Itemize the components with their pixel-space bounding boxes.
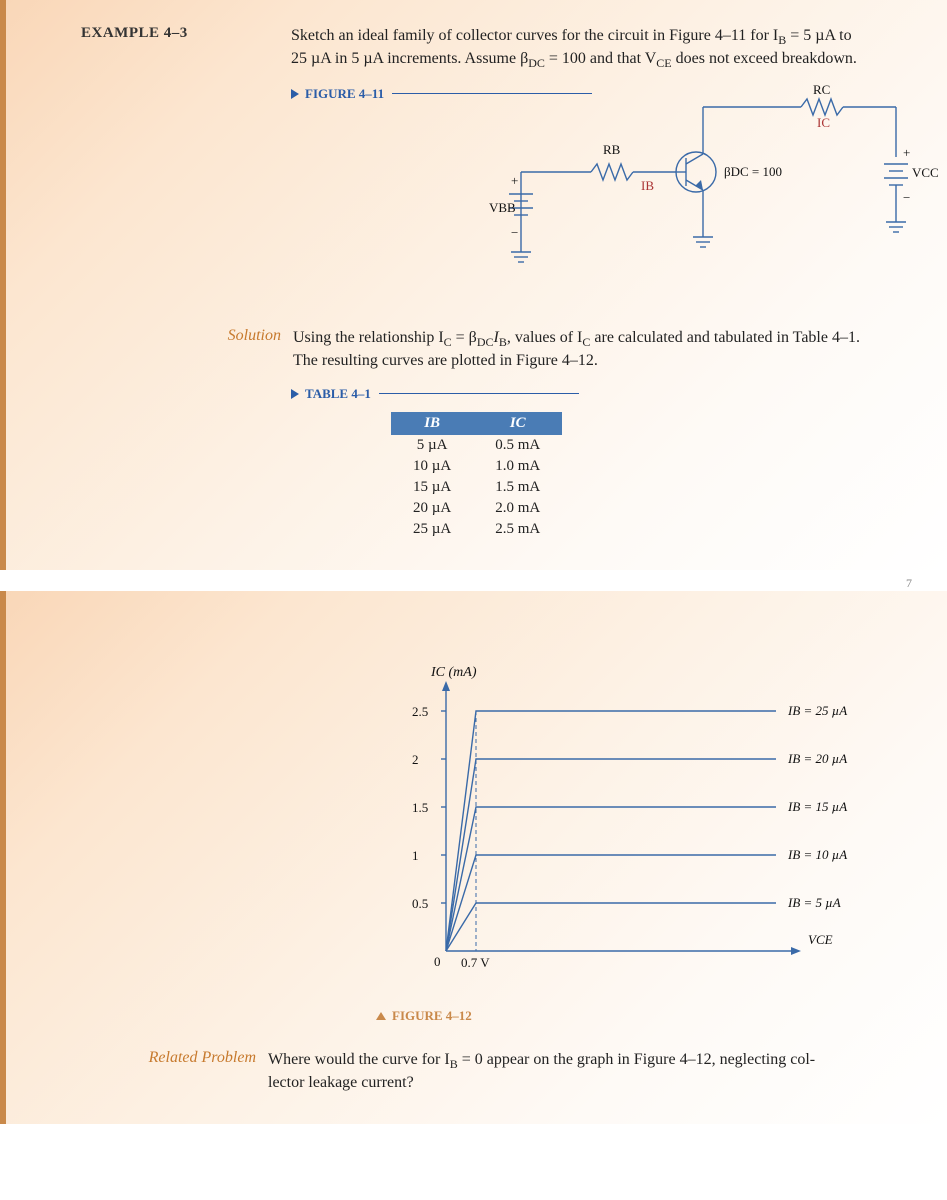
figure12-label: FIGURE 4–12: [392, 1008, 472, 1024]
sol-frag: are calculated and tabulated in Table 4–…: [590, 329, 860, 346]
problem-text-frag: = 5 µA to: [786, 27, 851, 44]
table-label-row: TABLE 4–1: [291, 386, 912, 402]
svg-text:2.5: 2.5: [412, 704, 428, 719]
chart-ylabel: IC (mA): [430, 665, 477, 680]
circuit-rb-label: RB: [603, 142, 621, 157]
solution-text: Using the relationship IC = βDCIB, value…: [293, 327, 860, 372]
circuit-diagram: .wire{stroke:#3a6aa8;stroke-width:1.4;fi…: [481, 82, 912, 297]
related-text: Where would the curve for IB = 0 appear …: [268, 1049, 815, 1094]
chart-yticks: 2.5 2 1.5 1 0.5: [412, 704, 446, 911]
collector-curves-chart: .ax{stroke:#3a6aa8;stroke-width:1.4;fill…: [376, 661, 912, 996]
page-number: 7: [0, 576, 912, 591]
triangle-right-icon: [291, 389, 299, 399]
table-row: 5 µA0.5 mA: [391, 435, 562, 456]
svg-text:1.5: 1.5: [412, 800, 428, 815]
svg-text:1: 1: [412, 848, 419, 863]
sol-frag: The resulting curves are plotted in Figu…: [293, 352, 598, 369]
triangle-up-icon: [376, 1012, 386, 1020]
table-row: 15 µA1.5 mA: [391, 477, 562, 498]
table-rule: [379, 393, 579, 394]
chart-series-label: IB = 5 µA: [787, 895, 841, 910]
data-table: IB IC 5 µA0.5 mA 10 µA1.0 mA 15 µA1.5 mA…: [391, 412, 562, 540]
cell-ic: 2.5 mA: [473, 519, 562, 540]
table-row: 25 µA2.5 mA: [391, 519, 562, 540]
sub-c: C: [444, 335, 452, 349]
table-label: TABLE 4–1: [305, 386, 371, 402]
sub-ce: CE: [656, 57, 671, 71]
circuit-rc-label: RC: [813, 82, 830, 97]
sol-frag: Using the relationship I: [293, 329, 444, 346]
chart-series-label: IB = 15 µA: [787, 799, 847, 814]
table-row: 10 µA1.0 mA: [391, 456, 562, 477]
table-head-ic: IC: [473, 412, 562, 435]
chart-series-label: IB = 10 µA: [787, 847, 847, 862]
related-problem-block: Related Problem Where would the curve fo…: [81, 1049, 912, 1094]
svg-text:2: 2: [412, 752, 419, 767]
example-panel-top: EXAMPLE 4–3 Sketch an ideal family of co…: [0, 0, 947, 570]
cell-ic: 1.5 mA: [473, 477, 562, 498]
solution-label: Solution: [196, 327, 281, 372]
circuit-vcc-label: VCC: [912, 165, 939, 180]
problem-text-frag: = 100 and that V: [545, 50, 656, 67]
table-row: 20 µA2.0 mA: [391, 498, 562, 519]
figure12-label-row: FIGURE 4–12: [376, 1008, 912, 1024]
solution-block: Solution Using the relationship IC = βDC…: [81, 327, 912, 372]
cell-ic: 1.0 mA: [473, 456, 562, 477]
svg-text:−: −: [903, 190, 910, 205]
figure-label: FIGURE 4–11: [305, 86, 384, 102]
cell-ic: 0.5 mA: [473, 435, 562, 456]
circuit-ib-label: IB: [641, 178, 654, 193]
sol-frag: , values of I: [507, 329, 583, 346]
example-header: EXAMPLE 4–3: [81, 25, 188, 42]
problem-text-frag: 25 µA in 5 µA increments. Assume β: [291, 50, 528, 67]
rel-frag: lector leakage current?: [268, 1074, 414, 1091]
circuit-beta-label: βDC = 100: [724, 164, 782, 179]
chart-series-label: IB = 25 µA: [787, 703, 847, 718]
table-head-ib: IB: [391, 412, 473, 435]
chart-series-label: IB = 20 µA: [787, 751, 847, 766]
chart-xlabel: VCE: [808, 932, 833, 947]
sub-b: B: [450, 1057, 458, 1071]
cell-ib: 10 µA: [391, 456, 473, 477]
cell-ic: 2.0 mA: [473, 498, 562, 519]
cell-ib: 15 µA: [391, 477, 473, 498]
problem-text-frag: Sketch an ideal family of collector curv…: [291, 27, 778, 44]
circuit-vbb-label: VBB: [489, 200, 516, 215]
sub-b: B: [499, 335, 507, 349]
svg-text:0.5: 0.5: [412, 896, 428, 911]
cell-ib: 5 µA: [391, 435, 473, 456]
data-table-wrap: IB IC 5 µA0.5 mA 10 µA1.0 mA 15 µA1.5 mA…: [391, 412, 912, 540]
svg-text:−: −: [511, 225, 518, 240]
sub-dc: DC: [528, 57, 545, 71]
rel-frag: = 0 appear on the graph in Figure 4–12, …: [458, 1051, 815, 1068]
circuit-ic-label: IC: [817, 115, 830, 130]
sol-frag: = β: [452, 329, 477, 346]
cell-ib: 25 µA: [391, 519, 473, 540]
triangle-right-icon: [291, 89, 299, 99]
cell-ib: 20 µA: [391, 498, 473, 519]
problem-statement: Sketch an ideal family of collector curv…: [291, 25, 912, 72]
svg-text:+: +: [511, 173, 518, 188]
rel-frag: Where would the curve for I: [268, 1051, 450, 1068]
svg-text:0: 0: [434, 954, 441, 969]
sub-dc: DC: [477, 335, 494, 349]
chart-xbreak: 0.7 V: [461, 955, 490, 970]
problem-text-frag: does not exceed breakdown.: [672, 50, 857, 67]
related-label: Related Problem: [111, 1049, 256, 1094]
svg-text:+: +: [903, 145, 910, 160]
example-panel-bottom: .ax{stroke:#3a6aa8;stroke-width:1.4;fill…: [0, 591, 947, 1124]
